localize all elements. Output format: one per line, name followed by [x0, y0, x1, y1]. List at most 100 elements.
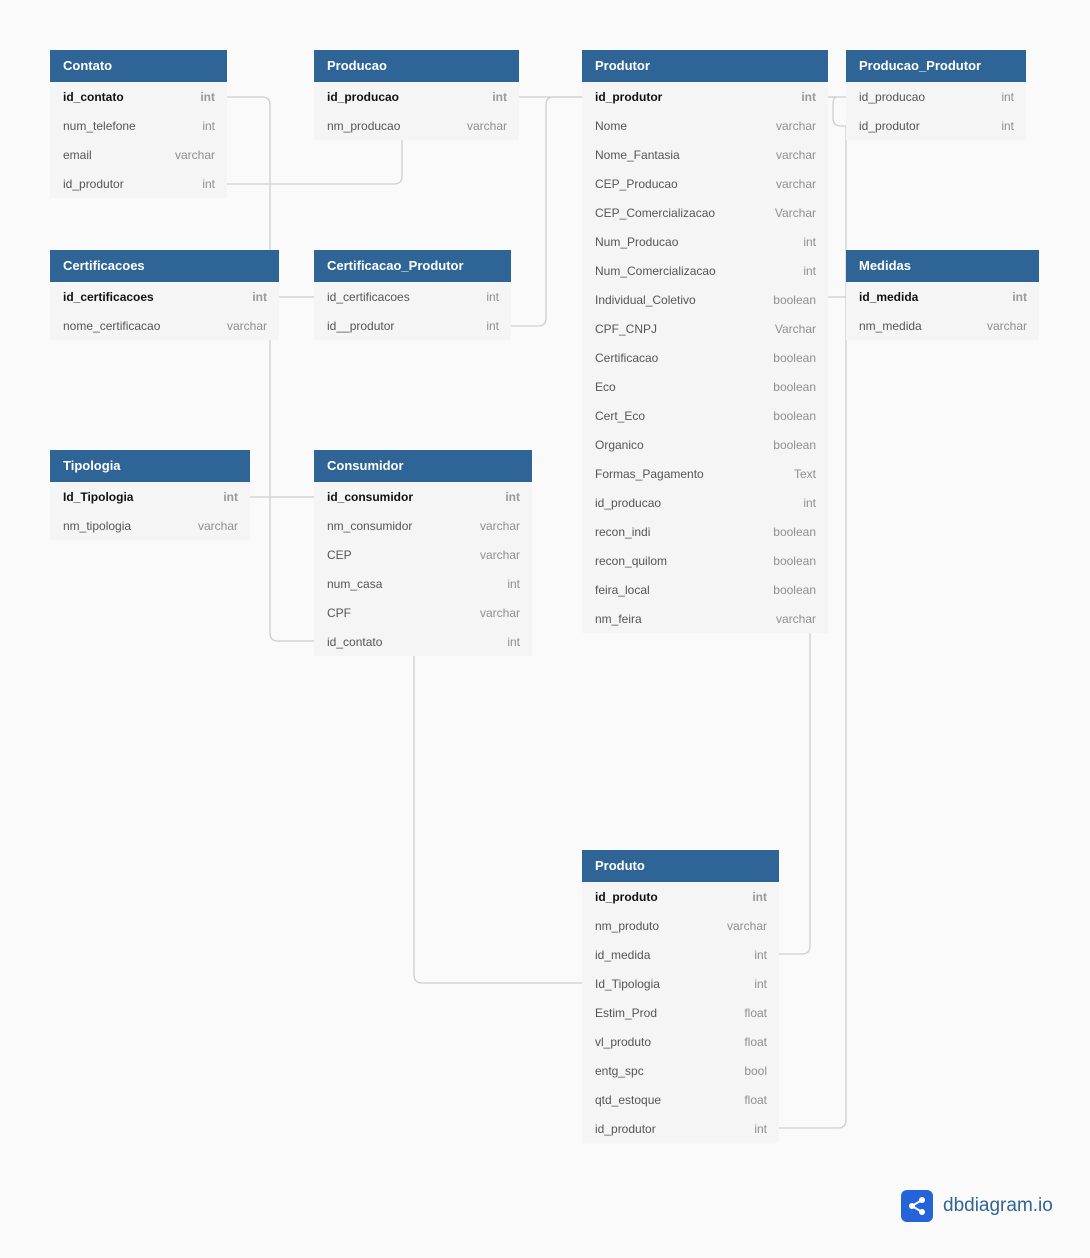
table-header[interactable]: Tipologia — [50, 450, 250, 482]
field-row[interactable]: Individual_Coletivo boolean — [582, 285, 828, 314]
field-row[interactable]: nm_tipologia varchar — [50, 511, 250, 540]
table-produtor[interactable]: Produtor id_produtor int Nome varchar Nome_Fa… — [582, 50, 828, 633]
field-row[interactable]: Id_Tipologia int — [50, 482, 250, 511]
field-type: boolean — [773, 292, 816, 307]
field-row[interactable]: id_produtor int — [846, 111, 1026, 140]
table-header[interactable]: Produto — [582, 850, 779, 882]
field-row[interactable]: nome_certificacao varchar — [50, 311, 279, 340]
table-produto[interactable]: Produto id_produto int nm_produto varchar id_… — [582, 850, 779, 1143]
field-row[interactable]: id_certificacoes int — [50, 282, 279, 311]
field-row[interactable]: id_producao int — [314, 82, 519, 111]
field-name: nm_consumidor — [327, 518, 413, 533]
field-row[interactable]: Estim_Prod float — [582, 998, 779, 1027]
relationship-line[interactable] — [511, 96, 582, 327]
field-row[interactable]: id_medida int — [846, 282, 1039, 311]
field-row[interactable]: nm_consumidor varchar — [314, 511, 532, 540]
field-name: id_produtor — [859, 118, 920, 133]
field-row[interactable]: CEP_Producao varchar — [582, 169, 828, 198]
field-row[interactable]: feira_local boolean — [582, 575, 828, 604]
field-row[interactable]: id_producao int — [582, 488, 828, 517]
field-row[interactable]: nm_produto varchar — [582, 911, 779, 940]
table-tipologia[interactable]: Tipologia Id_Tipologia int nm_tipologia varc… — [50, 450, 250, 540]
table-consumidor[interactable]: Consumidor id_consumidor int nm_consumidor v… — [314, 450, 532, 656]
field-row[interactable]: Formas_Pagamento Text — [582, 459, 828, 488]
field-name: Eco — [595, 379, 616, 394]
field-row[interactable]: id_produto int — [582, 882, 779, 911]
table-certificacao-produtor[interactable]: Certificacao_Produtor id_certificacoes int… — [314, 250, 511, 340]
table-header[interactable]: Contato — [50, 50, 227, 82]
field-type: int — [486, 289, 499, 304]
field-row[interactable]: nm_medida varchar — [846, 311, 1039, 340]
field-row[interactable]: nm_feira varchar — [582, 604, 828, 633]
field-row[interactable]: email varchar — [50, 140, 227, 169]
field-name: CEP_Producao — [595, 176, 678, 191]
field-row[interactable]: CPF_CNPJ Varchar — [582, 314, 828, 343]
field-type: int — [202, 118, 215, 133]
field-row[interactable]: Organico boolean — [582, 430, 828, 459]
field-type: int — [754, 1121, 767, 1136]
field-row[interactable]: num_casa int — [314, 569, 532, 598]
relationship-line[interactable] — [227, 140, 403, 185]
table-header[interactable]: Medidas — [846, 250, 1039, 282]
field-row[interactable]: nm_producao varchar — [314, 111, 519, 140]
relationship-line[interactable] — [828, 96, 846, 127]
field-row[interactable]: CPF varchar — [314, 598, 532, 627]
field-row[interactable]: num_telefone int — [50, 111, 227, 140]
field-row[interactable]: id_produtor int — [50, 169, 227, 198]
table-header[interactable]: Consumidor — [314, 450, 532, 482]
table-medidas[interactable]: Medidas id_medida int nm_medida varchar — [846, 250, 1039, 340]
field-row[interactable]: id_produtor int — [582, 82, 828, 111]
field-row[interactable]: id_consumidor int — [314, 482, 532, 511]
field-name: id_produtor — [63, 176, 124, 191]
table-contato[interactable]: Contato id_contato int num_telefone int email… — [50, 50, 227, 198]
field-row[interactable]: id_certificacoes int — [314, 282, 511, 311]
field-row[interactable]: id_contato int — [50, 82, 227, 111]
table-header[interactable]: Certificacoes — [50, 250, 279, 282]
field-row[interactable]: CEP_Comercializacao Varchar — [582, 198, 828, 227]
field-type: int — [202, 176, 215, 191]
field-type: int — [1001, 89, 1014, 104]
field-name: qtd_estoque — [595, 1092, 662, 1107]
table-header[interactable]: Producao — [314, 50, 519, 82]
field-row[interactable]: id__produtor int — [314, 311, 511, 340]
field-row[interactable]: id_medida int — [582, 940, 779, 969]
table-producao[interactable]: Producao id_producao int nm_producao varchar — [314, 50, 519, 140]
field-row[interactable]: id_produtor int — [582, 1114, 779, 1143]
field-row[interactable]: Cert_Eco boolean — [582, 401, 828, 430]
field-row[interactable]: CEP varchar — [314, 540, 532, 569]
field-row[interactable]: id_contato int — [314, 627, 532, 656]
field-name: nm_produto — [595, 918, 660, 933]
table-header[interactable]: Producao_Produtor — [846, 50, 1026, 82]
field-row[interactable]: vl_produto float — [582, 1027, 779, 1056]
field-type: int — [803, 234, 816, 249]
table-header[interactable]: Produtor — [582, 50, 828, 82]
field-row[interactable]: Num_Comercializacao int — [582, 256, 828, 285]
field-row[interactable]: recon_indi boolean — [582, 517, 828, 546]
table-header[interactable]: Certificacao_Produtor — [314, 250, 511, 282]
field-row[interactable]: recon_quilom boolean — [582, 546, 828, 575]
field-name: recon_indi — [595, 524, 651, 539]
field-row[interactable]: entg_spc bool — [582, 1056, 779, 1085]
field-name: CPF_CNPJ — [595, 321, 658, 336]
field-row[interactable]: Num_Producao int — [582, 227, 828, 256]
table-producao-produtor[interactable]: Producao_Produtor id_producao int id_produt… — [846, 50, 1026, 140]
field-row[interactable]: Id_Tipologia int — [582, 969, 779, 998]
field-name: id_contato — [63, 89, 124, 104]
relationship-line[interactable] — [413, 656, 582, 984]
field-type: boolean — [773, 437, 816, 452]
field-row[interactable]: Eco boolean — [582, 372, 828, 401]
field-name: CEP — [327, 547, 352, 562]
field-row[interactable]: Nome_Fantasia varchar — [582, 140, 828, 169]
field-type: varchar — [479, 605, 520, 620]
field-row[interactable]: Nome varchar — [582, 111, 828, 140]
field-name: id_produtor — [595, 1121, 656, 1136]
dbdiagram-logo[interactable]: dbdiagram.io — [901, 1190, 1053, 1222]
field-row[interactable]: Certificacao boolean — [582, 343, 828, 372]
field-name: id_produto — [595, 889, 658, 904]
relationship-line[interactable] — [227, 96, 314, 642]
field-row[interactable]: id_producao int — [846, 82, 1026, 111]
relationship-line[interactable] — [779, 633, 811, 955]
field-row[interactable]: qtd_estoque float — [582, 1085, 779, 1114]
table-certificacoes[interactable]: Certificacoes id_certificacoes int nome_cer… — [50, 250, 279, 340]
field-name: Num_Comercializacao — [595, 263, 716, 278]
